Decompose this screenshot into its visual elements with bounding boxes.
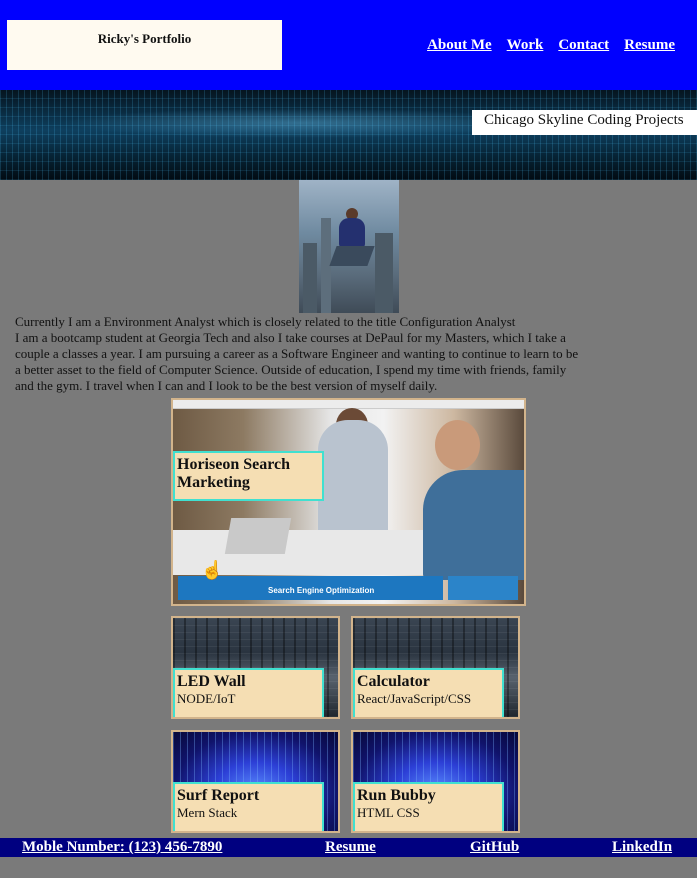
about-intro-line: Currently I am a Environment Analyst whi… xyxy=(15,314,516,329)
logo-text: Ricky's Portfolio xyxy=(97,31,192,46)
profile-photo xyxy=(299,180,399,313)
project-label: Surf Report Mern Stack xyxy=(173,782,324,831)
footer-linkedin-link[interactable]: LinkedIn xyxy=(612,839,672,856)
project-label: LED Wall NODE/IoT xyxy=(173,668,324,717)
footer-github-link[interactable]: GitHub xyxy=(470,839,519,856)
about-section: Currently I am a Environment Analyst whi… xyxy=(15,314,580,394)
photo-figure xyxy=(435,420,480,470)
hero-glow xyxy=(60,108,540,138)
hero-banner: Chicago Skyline Coding Projects xyxy=(0,90,697,180)
photo-figure xyxy=(423,470,524,580)
nav-about-me[interactable]: About Me xyxy=(427,37,492,54)
seo-banner-side xyxy=(448,576,518,600)
project-card-horiseon[interactable]: Search Engine Optimization ☝ Horiseon Se… xyxy=(171,398,526,606)
project-card-calculator[interactable]: Calculator React/JavaScript/CSS xyxy=(351,616,520,719)
project-label: Calculator React/JavaScript/CSS xyxy=(353,668,504,717)
project-label: Horiseon Search Marketing xyxy=(173,451,324,501)
photo-person-body xyxy=(339,218,365,248)
photo-laptop xyxy=(224,518,292,554)
main-nav: About Me Work Contact Resume xyxy=(427,37,675,54)
project-title: Horiseon Search Marketing xyxy=(177,456,291,491)
project-card-led-wall[interactable]: LED Wall NODE/IoT xyxy=(171,616,340,719)
project-title: LED Wall xyxy=(177,673,246,690)
nav-resume[interactable]: Resume xyxy=(624,37,675,54)
project-title: Run Bubby xyxy=(357,787,436,804)
project-subtitle: Mern Stack xyxy=(177,805,238,820)
footer-phone-link[interactable]: Moble Number: (123) 456-7890 xyxy=(22,839,222,856)
project-card-surf-report[interactable]: Surf Report Mern Stack xyxy=(171,730,340,833)
project-card-run-bubby[interactable]: Run Bubby HTML CSS xyxy=(351,730,520,833)
project-subtitle: React/JavaScript/CSS xyxy=(357,691,472,706)
hero-label: Chicago Skyline Coding Projects xyxy=(472,110,697,135)
photo-building xyxy=(303,243,317,313)
hand-cursor-icon: ☝ xyxy=(201,560,224,580)
site-header: Ricky's Portfolio About Me Work Contact … xyxy=(0,0,697,90)
footer-resume-link[interactable]: Resume xyxy=(325,839,376,856)
project-title: Surf Report xyxy=(177,787,260,804)
project-label: Run Bubby HTML CSS xyxy=(353,782,504,831)
photo-building xyxy=(375,233,393,313)
site-footer: Moble Number: (123) 456-7890 Resume GitH… xyxy=(0,838,697,857)
nav-contact[interactable]: Contact xyxy=(558,37,609,54)
project-subtitle: NODE/IoT xyxy=(177,691,236,706)
project-title: Calculator xyxy=(357,673,430,690)
photo-person-legs xyxy=(329,246,375,266)
project-subtitle: HTML CSS xyxy=(357,805,420,820)
nav-work[interactable]: Work xyxy=(507,37,544,54)
about-paragraph: I am a bootcamp student at Georgia Tech … xyxy=(15,330,579,393)
site-logo[interactable]: Ricky's Portfolio xyxy=(7,20,282,70)
